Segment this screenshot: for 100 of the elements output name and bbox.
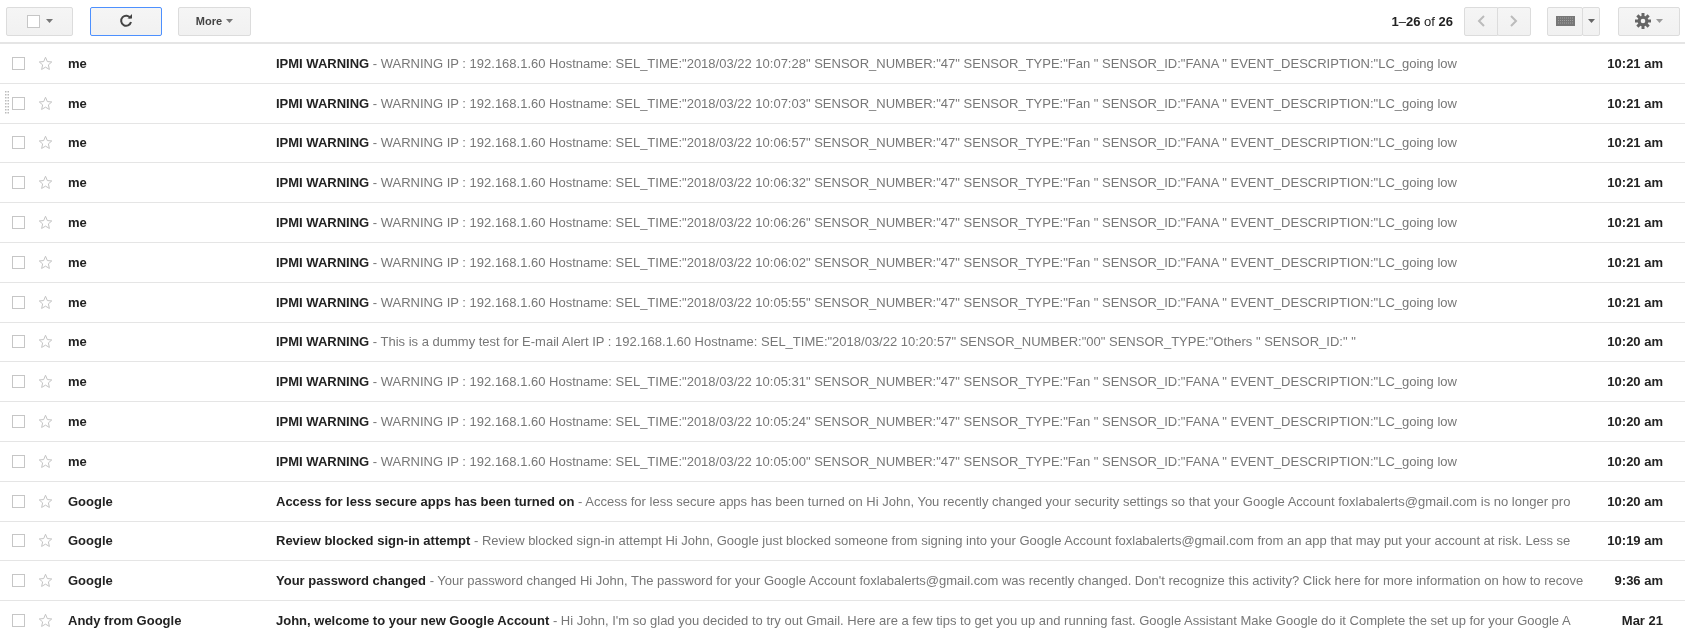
subject-text: John, welcome to your new Google Account xyxy=(276,613,550,629)
time-text: 10:21 am xyxy=(1606,254,1663,270)
star-icon[interactable] xyxy=(38,453,53,469)
time-text: 9:36 am xyxy=(1613,573,1663,589)
checkbox[interactable] xyxy=(12,176,25,190)
message-row[interactable]: me IPMI WARNING - WARNING IP : 192.168.1.60 Hostname: SEL_TIME:"2018/03/22 10:05:31" SENSOR_NUMBER:"47" SENSOR_TYPE:"Fan " SENSOR_ID:"FANA " EVENT_DESCRIPTION:"LC_going low 10:20 am xyxy=(0,362,1685,403)
checkbox[interactable] xyxy=(12,216,25,230)
time-text: 10:20 am xyxy=(1606,453,1663,469)
time-text: 10:20 am xyxy=(1606,493,1663,509)
message-row[interactable]: me IPMI WARNING - WARNING IP : 192.168.1.60 Hostname: SEL_TIME:"2018/03/22 10:07:03" SENSOR_NUMBER:"47" SENSOR_TYPE:"Fan " SENSOR_ID:"FANA " EVENT_DESCRIPTION:"LC_going low 10:21 am xyxy=(0,83,1685,124)
subject-text: IPMI WARNING xyxy=(276,334,370,350)
subject-text: IPMI WARNING xyxy=(276,374,370,390)
subject-text: Review blocked sign-in attempt xyxy=(276,533,471,549)
checkbox[interactable] xyxy=(12,136,25,150)
snippet-text: - WARNING IP : 192.168.1.60 Hostname: SEL_TIME:"2018/03/22 10:06:57" SENSOR_NUMBER:"47" SENSOR_TYPE:"Fan " SENSOR_ID:"FANA " EVENT_DESCRIPTION:"LC_going low xyxy=(372,135,1457,151)
message-row[interactable]: me IPMI WARNING - This is a dummy test for E-mail Alert IP : 192.168.1.60 Hostname: SEL_TIME:"2018/03/22 10:20:57" SENSOR_NUMBER:"00" SENSOR_TYPE:"Others " SENSOR_ID:" " 10:20 am xyxy=(0,322,1685,363)
sender-name: me xyxy=(68,254,88,270)
snippet-text: - WARNING IP : 192.168.1.60 Hostname: SEL_TIME:"2018/03/22 10:05:24" SENSOR_NUMBER:"47" SENSOR_TYPE:"Fan " SENSOR_ID:"FANA " EVENT_DESCRIPTION:"LC_going low xyxy=(372,414,1457,430)
message-row[interactable]: me IPMI WARNING - WARNING IP : 192.168.1.60 Hostname: SEL_TIME:"2018/03/22 10:07:28" SENSOR_NUMBER:"47" SENSOR_TYPE:"Fan " SENSOR_ID:"FANA " EVENT_DESCRIPTION:"LC_going low 10:21 am xyxy=(0,44,1685,84)
time-text: 10:21 am xyxy=(1606,55,1663,71)
checkbox[interactable] xyxy=(12,494,25,508)
time-text: 10:21 am xyxy=(1606,175,1663,191)
time-text: 10:20 am xyxy=(1606,374,1663,390)
caret-icon xyxy=(1587,19,1595,23)
star-icon[interactable] xyxy=(38,294,53,310)
settings-button[interactable] xyxy=(1618,6,1680,36)
checkbox[interactable] xyxy=(12,96,25,110)
star-icon[interactable] xyxy=(38,533,53,549)
snippet-text: - WARNING IP : 192.168.1.60 Hostname: SEL_TIME:"2018/03/22 10:05:00" SENSOR_NUMBER:"47" SENSOR_TYPE:"Fan " SENSOR_ID:"FANA " EVENT_DESCRIPTION:"LC_going low xyxy=(372,453,1457,469)
sender-name: Google xyxy=(68,493,114,509)
refresh-button[interactable] xyxy=(90,6,162,36)
sender-name: me xyxy=(68,414,88,430)
sender-name: Google xyxy=(68,533,114,549)
message-row[interactable]: me IPMI WARNING - WARNING IP : 192.168.1.60 Hostname: SEL_TIME:"2018/03/22 10:06:32" SENSOR_NUMBER:"47" SENSOR_TYPE:"Fan " SENSOR_ID:"FANA " EVENT_DESCRIPTION:"LC_going low 10:21 am xyxy=(0,163,1685,204)
snippet-text: - WARNING IP : 192.168.1.60 Hostname: SEL_TIME:"2018/03/22 10:07:28" SENSOR_NUMBER:"47" SENSOR_TYPE:"Fan " SENSOR_ID:"FANA " EVENT_DESCRIPTION:"LC_going low xyxy=(372,55,1457,71)
star-icon[interactable] xyxy=(38,493,53,509)
subject-text: IPMI WARNING xyxy=(276,453,370,469)
time-text: 10:21 am xyxy=(1606,95,1663,111)
caret-icon xyxy=(1656,19,1663,23)
subject-text: IPMI WARNING xyxy=(276,414,370,430)
keyboard-icon xyxy=(1555,16,1575,26)
checkbox[interactable] xyxy=(12,56,25,70)
select-button[interactable] xyxy=(6,6,73,36)
star-icon[interactable] xyxy=(38,374,53,390)
snippet-text: - This is a dummy test for E-mail Alert IP : 192.168.1.60 Hostname: SEL_TIME:"2018/03/22 10:20:57" SENSOR_NUMBER:"00" SENSOR_TYPE:"Others " SENSOR_ID:" " xyxy=(372,334,1356,350)
snippet-text: - Hi John, I'm so glad you decided to try out Gmail. Here are a few tips to get you up and running fast. Google Assistant Make Google do it Complete the set up for your Google A xyxy=(552,613,1571,629)
star-icon[interactable] xyxy=(38,175,53,191)
time-text: Mar 21 xyxy=(1620,613,1663,629)
sender-name: me xyxy=(68,334,88,350)
message-row[interactable]: me IPMI WARNING - WARNING IP : 192.168.1.60 Hostname: SEL_TIME:"2018/03/22 10:05:00" SENSOR_NUMBER:"47" SENSOR_TYPE:"Fan " SENSOR_ID:"FANA " EVENT_DESCRIPTION:"LC_going low 10:20 am xyxy=(0,441,1685,482)
star-icon[interactable] xyxy=(38,613,53,629)
checkbox[interactable] xyxy=(12,454,25,468)
star-icon[interactable] xyxy=(38,254,53,270)
message-row[interactable]: me IPMI WARNING - WARNING IP : 192.168.1.60 Hostname: SEL_TIME:"2018/03/22 10:05:55" SENSOR_NUMBER:"47" SENSOR_TYPE:"Fan " SENSOR_ID:"FANA " EVENT_DESCRIPTION:"LC_going low 10:21 am xyxy=(0,282,1685,323)
sender-name: me xyxy=(68,453,88,469)
pagination-count: 1–26 of 26 xyxy=(1391,13,1453,29)
snippet-text: - WARNING IP : 192.168.1.60 Hostname: SEL_TIME:"2018/03/22 10:06:26" SENSOR_NUMBER:"47" SENSOR_TYPE:"Fan " SENSOR_ID:"FANA " EVENT_DESCRIPTION:"LC_going low xyxy=(372,215,1457,231)
message-row[interactable]: me IPMI WARNING - WARNING IP : 192.168.1.60 Hostname: SEL_TIME:"2018/03/22 10:05:24" SENSOR_NUMBER:"47" SENSOR_TYPE:"Fan " SENSOR_ID:"FANA " EVENT_DESCRIPTION:"LC_going low 10:20 am xyxy=(0,402,1685,442)
star-icon[interactable] xyxy=(38,573,53,589)
checkbox[interactable] xyxy=(12,295,25,309)
subject-text: IPMI WARNING xyxy=(276,95,370,111)
snippet-text: - WARNING IP : 192.168.1.60 Hostname: SEL_TIME:"2018/03/22 10:05:55" SENSOR_NUMBER:"47" SENSOR_TYPE:"Fan " SENSOR_ID:"FANA " EVENT_DESCRIPTION:"LC_going low xyxy=(372,294,1457,310)
sender-name: me xyxy=(68,55,88,71)
snippet-text: - WARNING IP : 192.168.1.60 Hostname: SEL_TIME:"2018/03/22 10:06:32" SENSOR_NUMBER:"47" SENSOR_TYPE:"Fan " SENSOR_ID:"FANA " EVENT_DESCRIPTION:"LC_going low xyxy=(372,175,1457,191)
message-row[interactable]: me IPMI WARNING - WARNING IP : 192.168.1.60 Hostname: SEL_TIME:"2018/03/22 10:06:57" SENSOR_NUMBER:"47" SENSOR_TYPE:"Fan " SENSOR_ID:"FANA " EVENT_DESCRIPTION:"LC_going low 10:21 am xyxy=(0,123,1685,164)
message-row[interactable]: me IPMI WARNING - WARNING IP : 192.168.1.60 Hostname: SEL_TIME:"2018/03/22 10:06:02" SENSOR_NUMBER:"47" SENSOR_TYPE:"Fan " SENSOR_ID:"FANA " EVENT_DESCRIPTION:"LC_going low 10:21 am xyxy=(0,243,1685,283)
time-text: 10:21 am xyxy=(1606,215,1663,231)
checkbox[interactable] xyxy=(12,534,25,548)
sender-name: me xyxy=(68,135,88,151)
input-tools-dropdown[interactable] xyxy=(1582,6,1600,36)
checkbox[interactable] xyxy=(12,415,25,429)
subject-text: IPMI WARNING xyxy=(276,175,370,191)
star-icon[interactable] xyxy=(38,95,53,111)
keyboard-button[interactable] xyxy=(1547,6,1583,36)
previous-page-button[interactable] xyxy=(1464,6,1498,36)
subject-text: Access for less secure apps has been turned on xyxy=(276,493,575,509)
checkbox[interactable] xyxy=(12,614,25,628)
time-text: 10:21 am xyxy=(1606,135,1663,151)
message-row[interactable]: me IPMI WARNING - WARNING IP : 192.168.1.60 Hostname: SEL_TIME:"2018/03/22 10:06:26" SENSOR_NUMBER:"47" SENSOR_TYPE:"Fan " SENSOR_ID:"FANA " EVENT_DESCRIPTION:"LC_going low 10:21 am xyxy=(0,203,1685,243)
checkbox[interactable] xyxy=(12,375,25,389)
snippet-text: - Your password changed Hi John, The password for your Google Account foxlabalerts@gmail.com was recently changed. Don't recognize this activity? Click here for more information on how to recove xyxy=(429,573,1584,589)
checkbox[interactable] xyxy=(12,574,25,588)
sender-name: me xyxy=(68,215,88,231)
more-button[interactable]: More xyxy=(178,6,251,36)
snippet-text: - Access for less secure apps has been turned on Hi John, You recently changed your security settings so that your Google Account foxlabalerts@gmail.com is no longer pro xyxy=(578,493,1571,509)
chevron-left-icon xyxy=(1477,15,1485,27)
next-page-button[interactable] xyxy=(1497,6,1531,36)
subject-text: IPMI WARNING xyxy=(276,55,370,71)
checkbox[interactable] xyxy=(12,335,25,349)
sender-name: me xyxy=(68,374,88,390)
checkbox[interactable] xyxy=(12,255,25,269)
star-icon[interactable] xyxy=(38,414,53,430)
star-icon[interactable] xyxy=(38,215,53,231)
sender-name: Andy from Google xyxy=(68,613,183,629)
time-text: 10:20 am xyxy=(1606,414,1663,430)
snippet-text: - WARNING IP : 192.168.1.60 Hostname: SEL_TIME:"2018/03/22 10:06:02" SENSOR_NUMBER:"47" SENSOR_TYPE:"Fan " SENSOR_ID:"FANA " EVENT_DESCRIPTION:"LC_going low xyxy=(372,254,1457,270)
star-icon[interactable] xyxy=(38,135,53,151)
snippet-text: - WARNING IP : 192.168.1.60 Hostname: SEL_TIME:"2018/03/22 10:07:03" SENSOR_NUMBER:"47" SENSOR_TYPE:"Fan " SENSOR_ID:"FANA " EVENT_DESCRIPTION:"LC_going low xyxy=(372,95,1457,111)
star-icon[interactable] xyxy=(38,334,53,350)
star-icon[interactable] xyxy=(38,55,53,71)
